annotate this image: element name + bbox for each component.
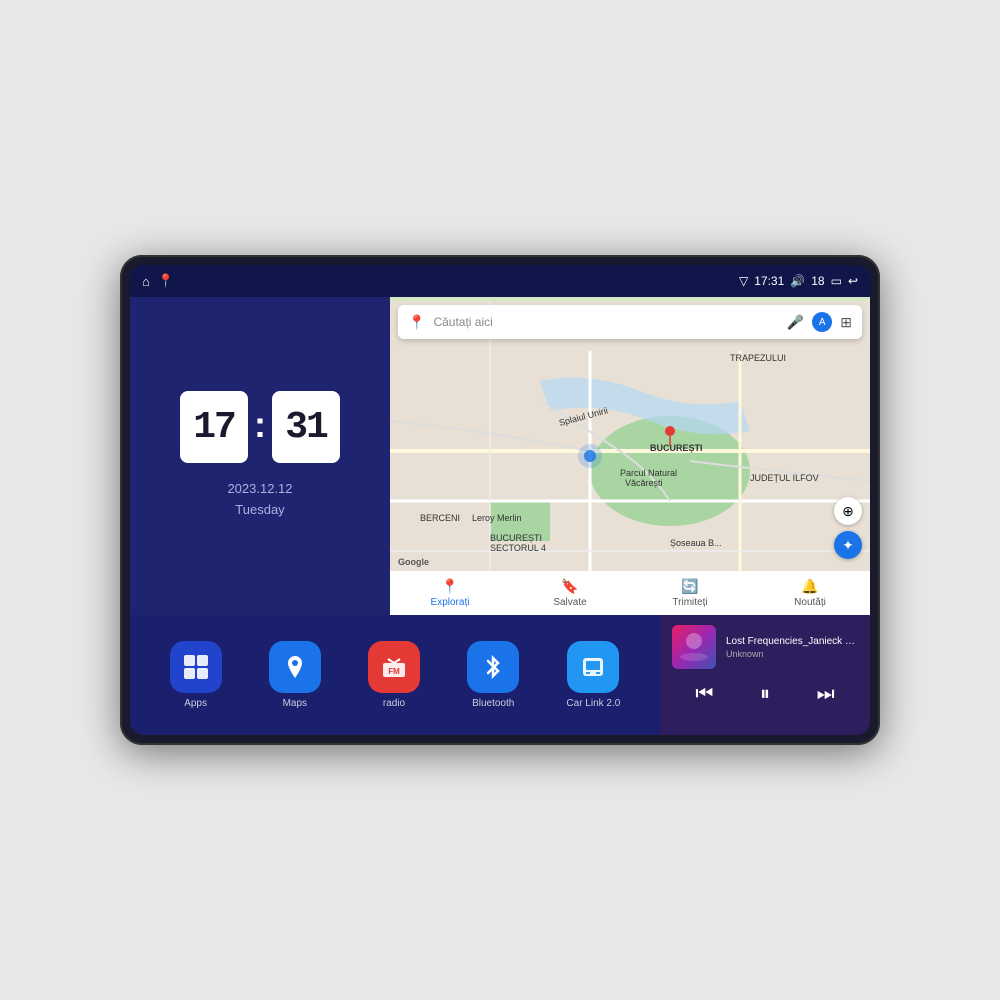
map-search-text[interactable]: Căutați aici [433, 315, 778, 329]
explore-icon: 📍 [441, 578, 458, 595]
svg-text:SECTORUL 4: SECTORUL 4 [490, 543, 546, 553]
svg-text:BERCENI: BERCENI [420, 513, 460, 523]
status-bar: ⌂ 📍 ▽ 17:31 🔊 18 ▭ ↩ [130, 265, 870, 297]
back-icon[interactable]: ↩ [848, 274, 858, 288]
music-thumb-img [672, 625, 716, 669]
battery-icon: ▭ [831, 274, 842, 288]
svg-text:Leroy Merlin: Leroy Merlin [472, 513, 522, 523]
saved-icon: 🔖 [561, 578, 578, 595]
map-panel[interactable]: BUCUREȘTI JUDEȚUL ILFOV BERCENI TRAPEZUL… [390, 297, 870, 615]
device-frame: ⌂ 📍 ▽ 17:31 🔊 18 ▭ ↩ 17 : [120, 255, 880, 745]
music-controls: ⏮ ⏸ ⏭ [672, 679, 858, 710]
map-nav-send-label: Trimiteți [672, 597, 707, 608]
app-carlink[interactable]: Car Link 2.0 [566, 641, 620, 709]
music-artist: Unknown [726, 649, 858, 659]
clock-day-value: Tuesday [227, 500, 292, 521]
bluetooth-label: Bluetooth [472, 698, 514, 709]
clock-display: 17 : 31 [180, 391, 340, 463]
status-left: ⌂ 📍 [142, 273, 174, 289]
home-icon[interactable]: ⌂ [142, 274, 150, 289]
app-bluetooth[interactable]: Bluetooth [467, 641, 519, 709]
app-radio[interactable]: FM radio [368, 641, 420, 709]
map-nav-news[interactable]: 🔔 Noutăți [750, 571, 870, 615]
clock-panel: 17 : 31 2023.12.12 Tuesday [130, 297, 390, 615]
map-compass[interactable]: ⊕ [834, 497, 862, 525]
map-nav-explore[interactable]: 📍 Explorați [390, 571, 510, 615]
music-thumbnail [672, 625, 716, 669]
svg-text:Parcul Natural: Parcul Natural [620, 468, 677, 478]
maps-icon [269, 641, 321, 693]
svg-text:FM: FM [388, 667, 400, 676]
status-right: ▽ 17:31 🔊 18 ▭ ↩ [739, 274, 858, 288]
clock-colon: : [254, 404, 266, 446]
map-nav-saved[interactable]: 🔖 Salvate [510, 571, 630, 615]
bottom-section: Apps Maps [130, 615, 870, 735]
svg-text:JUDEȚUL ILFOV: JUDEȚUL ILFOV [750, 473, 819, 483]
apps-label: Apps [184, 698, 207, 709]
music-title: Lost Frequencies_Janieck Devy-... [726, 636, 858, 647]
clock-date: 2023.12.12 Tuesday [227, 479, 292, 521]
map-nav-explore-label: Explorați [431, 597, 470, 608]
volume-icon: 🔊 [790, 274, 805, 288]
map-svg: BUCUREȘTI JUDEȚUL ILFOV BERCENI TRAPEZUL… [390, 297, 870, 615]
music-prev-button[interactable]: ⏮ [691, 679, 717, 710]
radio-icon: FM [368, 641, 420, 693]
music-play-button[interactable]: ⏸ [756, 679, 774, 710]
maps-label: Maps [283, 698, 307, 709]
carlink-label: Car Link 2.0 [566, 698, 620, 709]
clock-hour: 17 [180, 391, 248, 463]
map-bottom-nav: 📍 Explorați 🔖 Salvate 🔄 Trimiteți � [390, 571, 870, 615]
apps-icon [170, 641, 222, 693]
map-nav-saved-label: Salvate [553, 597, 586, 608]
map-nav-send[interactable]: 🔄 Trimiteți [630, 571, 750, 615]
music-next-button[interactable]: ⏭ [813, 679, 839, 710]
svg-text:TRAPEZULUI: TRAPEZULUI [730, 353, 786, 363]
map-locate[interactable]: ✦ [834, 531, 862, 559]
maps-status-icon[interactable]: 📍 [158, 273, 174, 289]
status-time: 17:31 [754, 274, 784, 288]
music-text: Lost Frequencies_Janieck Devy-... Unknow… [726, 636, 858, 659]
signal-icon: ▽ [739, 274, 748, 288]
main-area: 17 : 31 2023.12.12 Tuesday [130, 297, 870, 735]
mic-icon[interactable]: 🎤 [787, 314, 804, 331]
map-pin-icon: 📍 [408, 314, 425, 331]
battery-level: 18 [811, 274, 824, 288]
carlink-icon [567, 641, 619, 693]
device-screen: ⌂ 📍 ▽ 17:31 🔊 18 ▭ ↩ 17 : [130, 265, 870, 735]
apps-section: Apps Maps [130, 615, 660, 735]
clock-minute: 31 [272, 391, 340, 463]
clock-date-value: 2023.12.12 [227, 479, 292, 500]
top-section: 17 : 31 2023.12.12 Tuesday [130, 297, 870, 615]
music-info: Lost Frequencies_Janieck Devy-... Unknow… [672, 625, 858, 669]
svg-text:BUCUREȘTI: BUCUREȘTI [490, 533, 542, 543]
account-icon[interactable]: A [812, 312, 832, 332]
google-logo: Google [398, 557, 429, 567]
bluetooth-icon [467, 641, 519, 693]
svg-text:Văcărești: Văcărești [625, 478, 663, 488]
music-panel: Lost Frequencies_Janieck Devy-... Unknow… [660, 615, 870, 735]
app-apps[interactable]: Apps [170, 641, 222, 709]
map-nav-news-label: Noutăți [794, 597, 826, 608]
radio-label: radio [383, 698, 405, 709]
app-maps[interactable]: Maps [269, 641, 321, 709]
news-icon: 🔔 [801, 578, 818, 595]
map-search-right: 🎤 A ⊞ [787, 312, 852, 332]
svg-text:Șoseaua B...: Șoseaua B... [670, 538, 722, 548]
map-search-bar[interactable]: 📍 Căutați aici 🎤 A ⊞ [398, 305, 862, 339]
grid-icon[interactable]: ⊞ [840, 314, 852, 331]
svg-text:BUCUREȘTI: BUCUREȘTI [650, 443, 703, 453]
send-icon: 🔄 [681, 578, 698, 595]
